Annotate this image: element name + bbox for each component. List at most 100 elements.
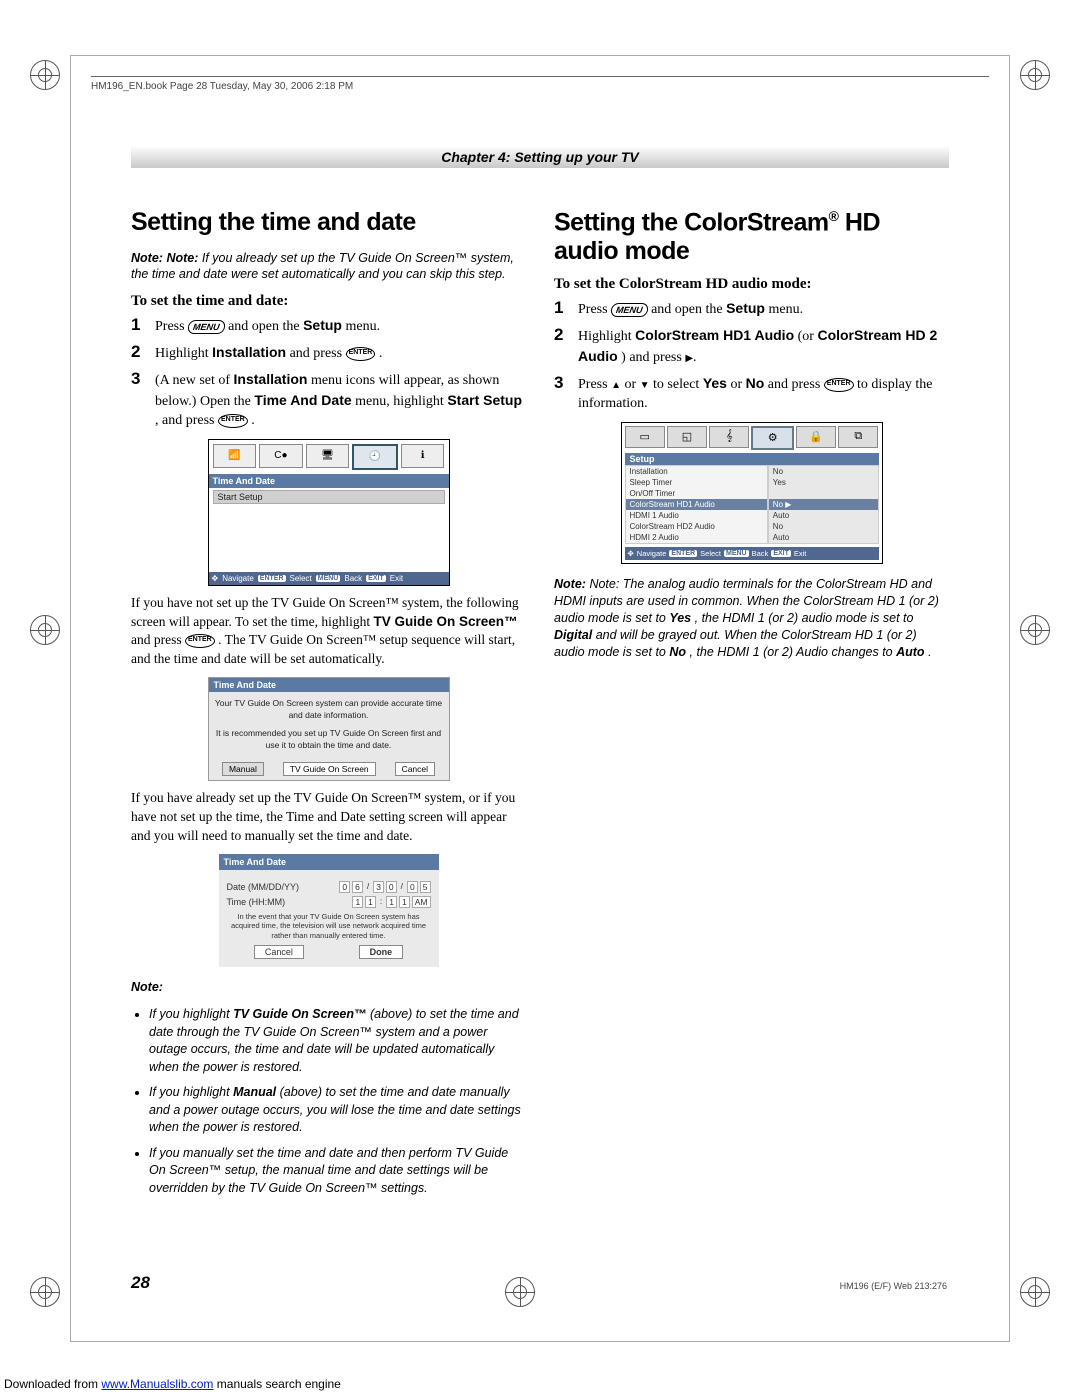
tvguide-button: TV Guide On Screen <box>283 762 376 776</box>
manualslib-link[interactable]: www.Manualslib.com <box>101 1377 213 1391</box>
step-3: 3 (A new set of Installation menu icons … <box>131 370 526 431</box>
exit-label: Exit <box>794 549 807 558</box>
figure-installation-menu: 📶 C● 🖥 🕘 ℹ Time And Date Start Setup ✥ N… <box>208 439 450 586</box>
menu-left-col: InstallationSleep TimerOn/Off TimerColor… <box>625 465 768 544</box>
figure-tvguide-prompt: Time And Date Your TV Guide On Screen sy… <box>208 677 450 781</box>
done-button: Done <box>359 945 404 959</box>
auto-word: Auto <box>896 645 924 659</box>
installation-word: Installation <box>234 371 308 387</box>
figure-title-bar: Time And Date <box>219 854 439 870</box>
note-label: Note: <box>131 980 163 994</box>
clock-icon: 🕘 <box>352 444 398 470</box>
t: . <box>693 350 697 365</box>
t: Highlight <box>578 329 635 344</box>
step-2: 2 Highlight ColorStream HD1 Audio (or Co… <box>554 326 949 368</box>
manual-word: Manual <box>233 1085 276 1099</box>
enter-button-icon: ENTER <box>185 634 215 648</box>
right-arrow-icon <box>685 350 693 365</box>
step-body: Press or to select Yes or No and press E… <box>578 374 949 414</box>
t: to select <box>653 377 703 392</box>
t: and press <box>768 377 824 392</box>
step-2: 2 Highlight Installation and press ENTER… <box>131 343 526 364</box>
figure-header: Setup <box>625 453 879 465</box>
t: (or <box>798 329 818 344</box>
note-bullet-3: If you manually set the time and date an… <box>149 1145 526 1198</box>
menu-button-icon: MENU <box>187 320 225 334</box>
time-label: Time (HH:MM) <box>227 897 286 907</box>
nav-label: Navigate <box>637 549 667 558</box>
date-cells: 06/30/05 <box>339 881 430 893</box>
time-and-date-word: Time And Date <box>254 392 351 408</box>
select-label: Select <box>290 574 312 583</box>
step-body: (A new set of Installation menu icons wi… <box>155 370 526 431</box>
step-body: Press MENU and open the Setup menu. <box>578 299 949 320</box>
menu-chip: MENU <box>724 550 749 557</box>
note-bullet-1: If you highlight TV Guide On Screen™ (ab… <box>149 1006 526 1076</box>
down-arrow-icon <box>640 377 650 392</box>
registration-mark <box>30 615 60 645</box>
t: Press <box>578 377 611 392</box>
step-number: 2 <box>554 326 578 368</box>
setup-word: Setup <box>303 317 342 333</box>
book-header: HM196_EN.book Page 28 Tuesday, May 30, 2… <box>91 76 989 92</box>
pc-icon: 🖥 <box>306 444 350 468</box>
step-number: 1 <box>131 316 155 337</box>
paragraph-after-fig1: If you have not set up the TV Guide On S… <box>131 594 526 670</box>
t: . <box>251 413 255 428</box>
intro-note: Note: Note: If you already set up the TV… <box>131 250 526 284</box>
enter-button-icon: ENTER <box>346 347 376 361</box>
intro-note-text-visible: Note: If you already set up the TV Guide… <box>131 251 514 282</box>
up-arrow-icon <box>611 377 621 392</box>
step-number: 3 <box>131 370 155 431</box>
t: . <box>379 346 383 361</box>
step-body: Press MENU and open the Setup menu. <box>155 316 526 337</box>
section-title-colorstream: Setting the ColorStream® HD audio mode <box>554 208 949 266</box>
tvguide-label: TV Guide On Screen™ <box>233 1007 366 1021</box>
t: and open the <box>228 319 303 334</box>
date-label: Date (MM/DD/YY) <box>227 882 300 892</box>
yes-word: Yes <box>669 611 691 625</box>
figure-line2: It is recommended you set up TV Guide On… <box>215 728 443 752</box>
t: , the HDMI 1 (or 2) Audio changes to <box>690 645 897 659</box>
right-column: Setting the ColorStream® HD audio mode T… <box>554 208 949 1205</box>
figure-start-setup-row: Start Setup <box>213 490 445 504</box>
figure-colorstream-menu: ▭ ◱ 𝄞 ⚙ 🔒 ⧉ Setup InstallationSleep Time… <box>621 422 883 564</box>
figure-icon-row: 📶 C● 🖥 🕘 ℹ <box>209 440 449 474</box>
figure-title-bar: Time And Date <box>209 678 449 692</box>
step-3: 3 Press or to select Yes or No <box>554 374 949 414</box>
select-label: Select <box>700 549 721 558</box>
registration-mark <box>1020 60 1050 90</box>
nav-icon: ✥ <box>628 549 634 558</box>
t: or <box>730 377 745 392</box>
tvguide-label: TV Guide On Screen™ <box>374 614 518 629</box>
left-column: Setting the time and date Note: Note: If… <box>131 208 526 1205</box>
t: . <box>928 645 931 659</box>
info-icon: ℹ <box>401 444 445 468</box>
t: and press <box>290 346 346 361</box>
download-footer: Downloaded from www.Manualslib.com manua… <box>4 1377 341 1391</box>
manual-button: Manual <box>222 762 264 776</box>
registration-mark <box>30 1277 60 1307</box>
t: (A new set of <box>155 373 234 388</box>
audio-icon: 𝄞 <box>709 426 749 448</box>
digital-word: Digital <box>554 628 592 642</box>
header-path-text: HM196_EN.book Page 28 Tuesday, May 30, 2… <box>91 81 353 92</box>
t: menu. <box>768 302 803 317</box>
footer-right-text: HM196 (E/F) Web 213:276 <box>840 1281 947 1291</box>
figure-time-date-entry: Time And Date Date (MM/DD/YY) 06/30/05 T… <box>219 854 439 967</box>
t: menu. <box>345 319 380 334</box>
menu-right-col: NoYes No ▶AutoNoAuto <box>768 465 879 544</box>
figure-nav-bar: ✥ Navigate ENTER Select MENU Back EXIT E… <box>625 547 879 560</box>
cc-icon: C● <box>259 444 303 468</box>
registration-mark <box>30 60 60 90</box>
step-1: 1 Press MENU and open the Setup menu. <box>554 299 949 320</box>
t: Press <box>155 319 188 334</box>
yes-word: Yes <box>703 375 727 391</box>
menu-chip: MENU <box>316 575 341 582</box>
t: or <box>624 377 639 392</box>
page-number: 28 <box>131 1273 150 1293</box>
no-word: No <box>669 645 686 659</box>
time-cells: 11:11AM <box>352 896 430 908</box>
enter-button-icon: ENTER <box>824 378 854 392</box>
step-number: 3 <box>554 374 578 414</box>
